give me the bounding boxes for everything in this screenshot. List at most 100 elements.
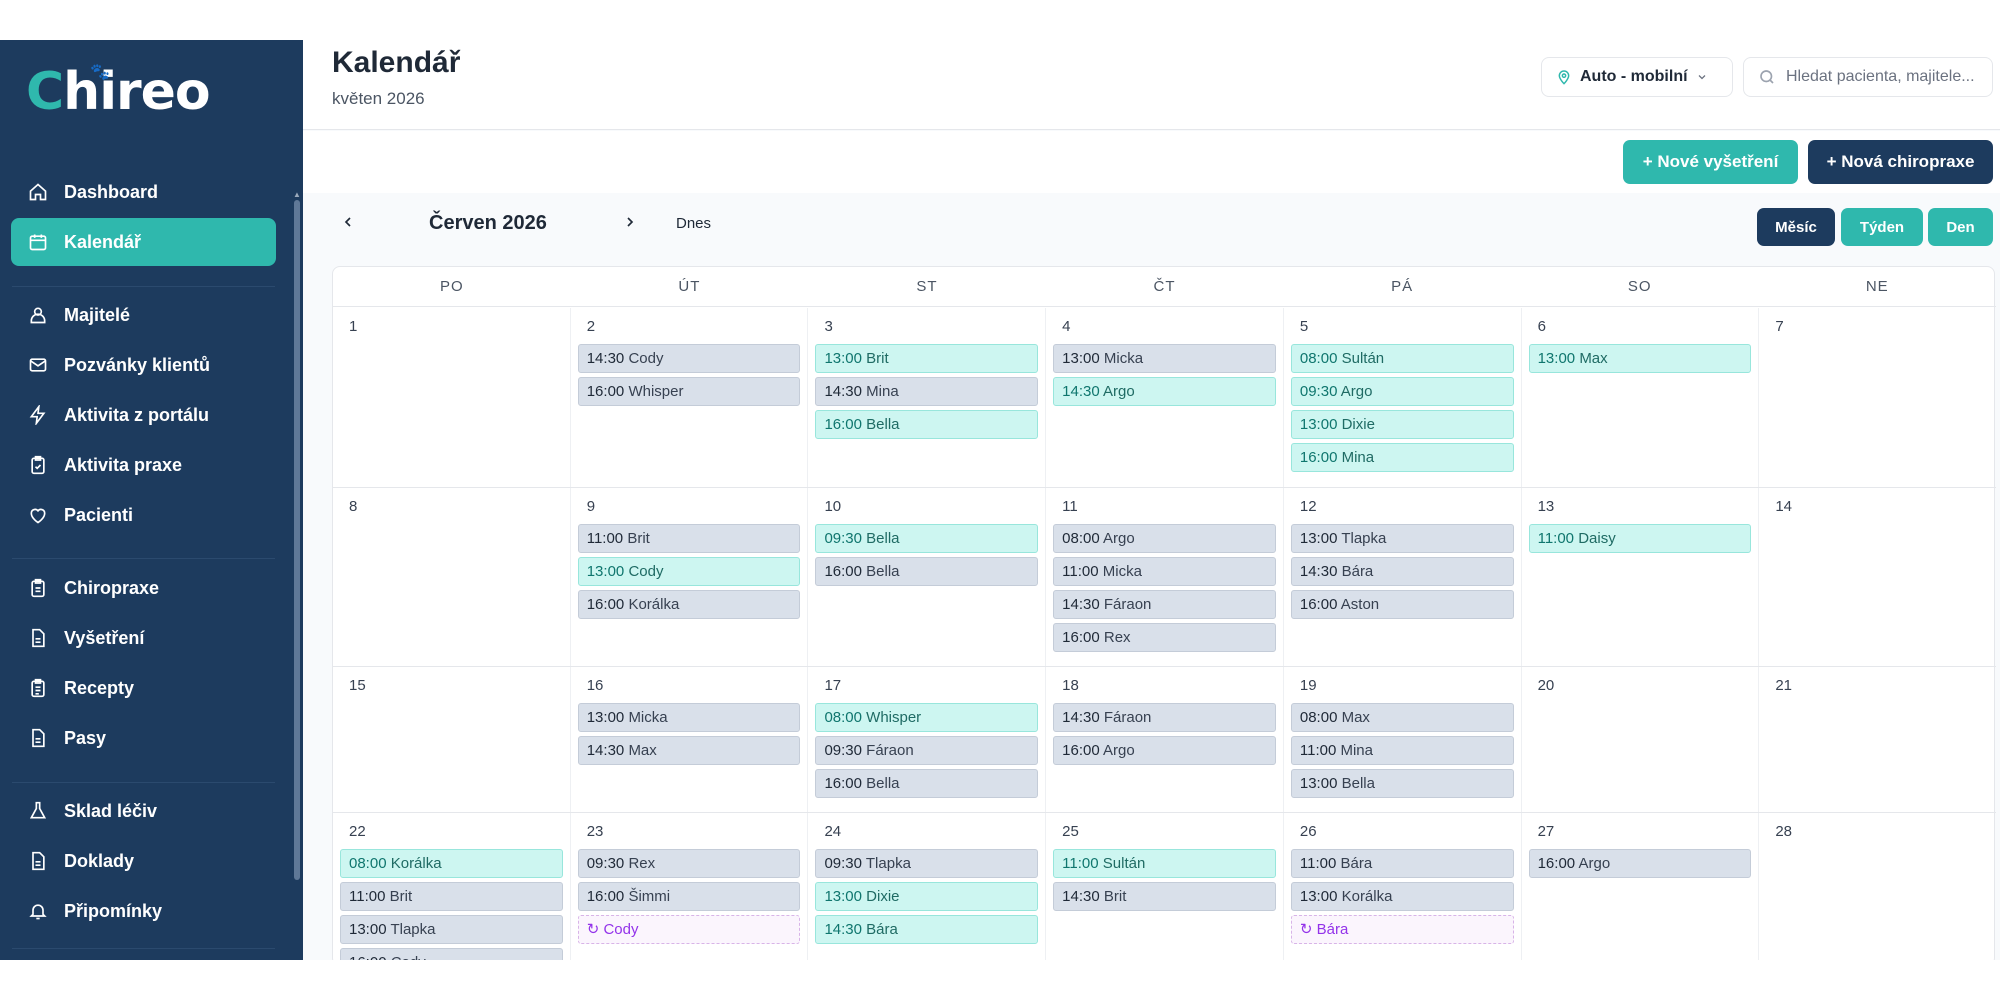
sidebar-item-pozvanky[interactable]: Pozvánky klientů	[11, 341, 276, 389]
sidebar-item-chiropraxe[interactable]: Chiropraxe	[11, 564, 276, 612]
appointment-chip[interactable]: 14:30 Fáraon	[1053, 703, 1276, 732]
calendar-day-cell[interactable]: 8	[333, 488, 571, 666]
appointment-chip[interactable]: 13:00 Micka	[577, 703, 801, 732]
recurring-event-chip[interactable]: ↻ Bára	[1290, 915, 1514, 944]
appointment-chip[interactable]: 13:00 Tlapka	[340, 915, 563, 944]
sidebar-item-kalendar[interactable]: Kalendář	[11, 218, 276, 266]
calendar-day-cell[interactable]: 3 13:00 Brit 14:30 Mina 16:00 Bella	[808, 308, 1047, 487]
calendar-day-cell[interactable]: 17 08:00 Whisper 09:30 Fáraon 16:00 Bella	[808, 667, 1047, 812]
appointment-chip[interactable]: 08:00 Sultán	[1290, 344, 1514, 373]
new-chiro-button[interactable]: + Nová chiropraxe	[1808, 140, 1993, 184]
appointment-chip[interactable]: 16:00 Bella	[815, 557, 1039, 586]
view-week-button[interactable]: Týden	[1841, 208, 1923, 246]
appointment-chip[interactable]: 13:00 Bella	[1290, 769, 1514, 798]
calendar-day-cell[interactable]: 20	[1522, 667, 1760, 812]
search-box[interactable]	[1743, 57, 1993, 97]
appointment-chip[interactable]: 08:00 Whisper	[815, 703, 1039, 732]
appointment-chip[interactable]: 14:30 Cody	[577, 344, 801, 373]
calendar-day-cell[interactable]: 4 13:00 Micka 14:30 Argo	[1046, 308, 1284, 487]
appointment-chip[interactable]: 14:30 Fáraon	[1053, 590, 1276, 619]
search-input[interactable]	[1786, 68, 1986, 86]
calendar-day-cell[interactable]: 7	[1759, 308, 1996, 487]
appointment-chip[interactable]: 11:00 Brit	[340, 882, 563, 911]
appointment-chip[interactable]: 13:00 Korálka	[1290, 882, 1514, 911]
appointment-chip[interactable]: 08:00 Max	[1290, 703, 1514, 732]
calendar-day-cell[interactable]: 11 08:00 Argo 11:00 Micka 14:30 Fáraon 16:00…	[1046, 488, 1284, 666]
calendar-day-cell[interactable]: 28	[1759, 813, 1996, 960]
appointment-chip[interactable]: 09:30 Rex	[577, 849, 801, 878]
appointment-chip[interactable]: 13:00 Max	[1528, 344, 1752, 373]
appointment-chip[interactable]: 14:30 Bára	[815, 915, 1039, 944]
calendar-day-cell[interactable]: 15	[333, 667, 571, 812]
calendar-day-cell[interactable]: 24 09:30 Tlapka 13:00 Dixie 14:30 Bára	[808, 813, 1047, 960]
sidebar-item-pasy[interactable]: Pasy	[11, 714, 276, 762]
calendar-day-cell[interactable]: 26 11:00 Bára 13:00 Korálka ↻ Bára	[1284, 813, 1522, 960]
appointment-chip[interactable]: 16:00 Bella	[815, 410, 1039, 439]
appointment-chip[interactable]: 13:00 Tlapka	[1290, 524, 1514, 553]
appointment-chip[interactable]: 16:00 Cody	[340, 948, 563, 960]
calendar-day-cell[interactable]: 10 09:30 Bella 16:00 Bella	[808, 488, 1047, 666]
appointment-chip[interactable]: 09:30 Fáraon	[815, 736, 1039, 765]
calendar-day-cell[interactable]: 18 14:30 Fáraon 16:00 Argo	[1046, 667, 1284, 812]
appointment-chip[interactable]: 11:00 Mina	[1290, 736, 1514, 765]
next-month-button[interactable]	[615, 207, 645, 237]
sidebar-item-aktivita-portal[interactable]: Aktivita z portálu	[11, 391, 276, 439]
calendar-day-cell[interactable]: 27 16:00 Argo	[1522, 813, 1760, 960]
today-button[interactable]: Dnes	[676, 215, 711, 232]
appointment-chip[interactable]: 16:00 Šimmi	[577, 882, 801, 911]
calendar-day-cell[interactable]: 1	[333, 308, 571, 487]
calendar-day-cell[interactable]: 9 11:00 Brit 13:00 Cody 16:00 Korálka	[571, 488, 809, 666]
sidebar-scrollbar[interactable]	[294, 200, 300, 880]
appointment-chip[interactable]: 16:00 Bella	[815, 769, 1039, 798]
appointment-chip[interactable]: 16:00 Whisper	[577, 377, 801, 406]
appointment-chip[interactable]: 09:30 Tlapka	[815, 849, 1039, 878]
sidebar-item-dashboard[interactable]: Dashboard	[11, 168, 276, 216]
calendar-day-cell[interactable]: 19 08:00 Max 11:00 Mina 13:00 Bella	[1284, 667, 1522, 812]
appointment-chip[interactable]: 16:00 Rex	[1053, 623, 1276, 652]
sidebar-item-doklady[interactable]: Doklady	[11, 837, 276, 885]
sidebar-item-recepty[interactable]: Recepty	[11, 664, 276, 712]
calendar-day-cell[interactable]: 2 14:30 Cody 16:00 Whisper	[571, 308, 809, 487]
new-exam-button[interactable]: + Nové vyšetření	[1623, 140, 1798, 184]
location-select[interactable]: Auto - mobilní	[1541, 57, 1733, 97]
view-day-button[interactable]: Den	[1928, 208, 1993, 246]
appointment-chip[interactable]: 14:30 Mina	[815, 377, 1039, 406]
appointment-chip[interactable]: 16:00 Argo	[1528, 849, 1752, 878]
appointment-chip[interactable]: 08:00 Korálka	[340, 849, 563, 878]
appointment-chip[interactable]: 13:00 Micka	[1053, 344, 1276, 373]
appointment-chip[interactable]: 11:00 Daisy	[1528, 524, 1752, 553]
appointment-chip[interactable]: 14:30 Max	[577, 736, 801, 765]
calendar-day-cell[interactable]: 6 13:00 Max	[1522, 308, 1760, 487]
view-month-button[interactable]: Měsíc	[1757, 208, 1835, 246]
calendar-day-cell[interactable]: 25 11:00 Sultán 14:30 Brit	[1046, 813, 1284, 960]
appointment-chip[interactable]: 16:00 Argo	[1053, 736, 1276, 765]
appointment-chip[interactable]: 13:00 Dixie	[1290, 410, 1514, 439]
calendar-day-cell[interactable]: 21	[1759, 667, 1996, 812]
sidebar-item-aktivita-praxe[interactable]: Aktivita praxe	[11, 441, 276, 489]
appointment-chip[interactable]: 14:30 Brit	[1053, 882, 1276, 911]
appointment-chip[interactable]: 13:00 Brit	[815, 344, 1039, 373]
appointment-chip[interactable]: 11:00 Brit	[577, 524, 801, 553]
calendar-day-cell[interactable]: 2208:00 Korálka11:00 Brit13:00 Tlapka16:…	[333, 813, 571, 960]
sidebar-item-pripominky[interactable]: Připomínky	[11, 887, 276, 935]
appointment-chip[interactable]: 09:30 Argo	[1290, 377, 1514, 406]
appointment-chip[interactable]: 09:30 Bella	[815, 524, 1039, 553]
calendar-day-cell[interactable]: 16 13:00 Micka 14:30 Max	[571, 667, 809, 812]
appointment-chip[interactable]: 16:00 Mina	[1290, 443, 1514, 472]
appointment-chip[interactable]: 14:30 Bára	[1290, 557, 1514, 586]
appointment-chip[interactable]: 16:00 Korálka	[577, 590, 801, 619]
calendar-day-cell[interactable]: 13 11:00 Daisy	[1522, 488, 1760, 666]
prev-month-button[interactable]	[333, 207, 363, 237]
appointment-chip[interactable]: 11:00 Bára	[1290, 849, 1514, 878]
appointment-chip[interactable]: 13:00 Dixie	[815, 882, 1039, 911]
calendar-day-cell[interactable]: 14	[1759, 488, 1996, 666]
sidebar-item-vysetreni[interactable]: Vyšetření	[11, 614, 276, 662]
appointment-chip[interactable]: 14:30 Argo	[1053, 377, 1276, 406]
calendar-day-cell[interactable]: 12 13:00 Tlapka 14:30 Bára 16:00 Aston	[1284, 488, 1522, 666]
sidebar-item-pacienti[interactable]: Pacienti	[11, 491, 276, 539]
appointment-chip[interactable]: 13:00 Cody	[577, 557, 801, 586]
calendar-day-cell[interactable]: 23 09:30 Rex 16:00 Šimmi ↻ Cody	[571, 813, 809, 960]
app-logo[interactable]: Chireo 🐾	[26, 62, 211, 122]
sidebar-item-majitele[interactable]: Majitelé	[11, 291, 276, 339]
calendar-day-cell[interactable]: 5 08:00 Sultán 09:30 Argo 13:00 Dixie 16:00 …	[1284, 308, 1522, 487]
